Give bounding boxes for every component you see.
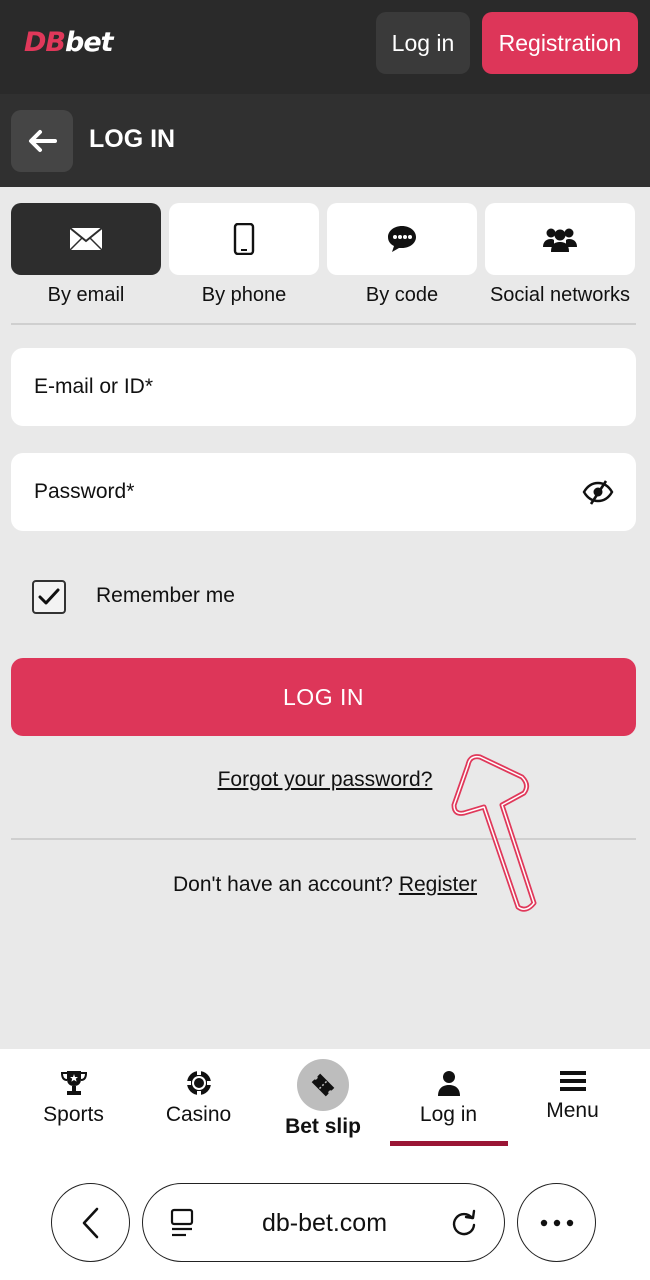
email-field[interactable]: E-mail or ID* [11,348,636,426]
active-tab-indicator [390,1141,508,1146]
person-icon [437,1071,460,1096]
nav-bet-slip-label: Bet slip [285,1115,361,1138]
remember-me-label[interactable]: Remember me [96,584,235,608]
back-button[interactable] [11,110,73,172]
no-account-line: Don't have an account? Register [0,873,650,897]
nav-bet-slip[interactable]: Bet slip [262,1059,384,1139]
nav-sports-label: Sports [43,1103,104,1126]
tab-label-social: Social networks [489,284,631,306]
address-bar[interactable]: db-bet.com [142,1183,505,1262]
header-login-button[interactable]: Log in [376,12,470,74]
remember-me-checkbox[interactable] [32,580,66,614]
page-header: LOG IN [0,94,650,187]
annotation-arrow-icon [451,754,537,912]
bet-slip-circle [297,1059,349,1111]
nav-login-label: Log in [419,1103,478,1126]
chevron-left-icon [82,1207,98,1238]
no-account-text: Don't have an account? [172,873,393,896]
tab-by-email[interactable] [11,203,161,275]
nav-casino[interactable]: Casino [136,1069,261,1127]
page-title: LOG IN [89,125,176,153]
login-submit-button[interactable]: LOG IN [11,658,636,736]
top-bar: DBbet Log in Registration [0,0,650,94]
nav-menu[interactable]: Menu [510,1069,635,1123]
tab-by-phone[interactable] [169,203,319,275]
nav-sports[interactable]: Sports [11,1069,136,1127]
divider [11,323,636,325]
password-placeholder: Password* [34,480,135,503]
logo-bet: bet [65,27,114,58]
tab-by-code[interactable] [327,203,477,275]
logo-db: DB [24,27,66,58]
arrow-left-icon [29,130,57,152]
trophy-icon [60,1071,87,1095]
envelope-icon [69,227,103,251]
users-icon [543,228,577,252]
ticket-icon [311,1073,335,1097]
dbbet-logo[interactable]: DBbet [24,27,114,58]
ellipsis-icon [540,1219,573,1226]
nav-casino-label: Casino [165,1103,232,1126]
header-registration-button[interactable]: Registration [482,12,638,74]
tab-label-code: By code [365,284,439,306]
chat-bubble-icon [388,226,416,252]
tab-social-networks[interactable] [485,203,635,275]
nav-login[interactable]: Log in [386,1069,511,1127]
smartphone-icon [233,223,255,255]
forgot-password-link[interactable]: Forgot your password? [0,768,650,792]
hamburger-icon [559,1071,586,1091]
reload-icon[interactable] [450,1208,478,1238]
forgot-password-text[interactable]: Forgot your password? [218,768,433,791]
browser-back-button[interactable] [51,1183,130,1262]
nav-menu-label: Menu [546,1099,599,1122]
eye-hidden-icon[interactable] [582,478,614,506]
checkmark-icon [38,588,60,605]
password-field[interactable]: Password* [11,453,636,531]
tab-label-phone: By phone [201,284,287,306]
casino-chip-icon [186,1071,211,1095]
more-options-button[interactable] [517,1183,596,1262]
email-placeholder: E-mail or ID* [34,375,154,398]
tab-label-email: By email [47,284,125,306]
